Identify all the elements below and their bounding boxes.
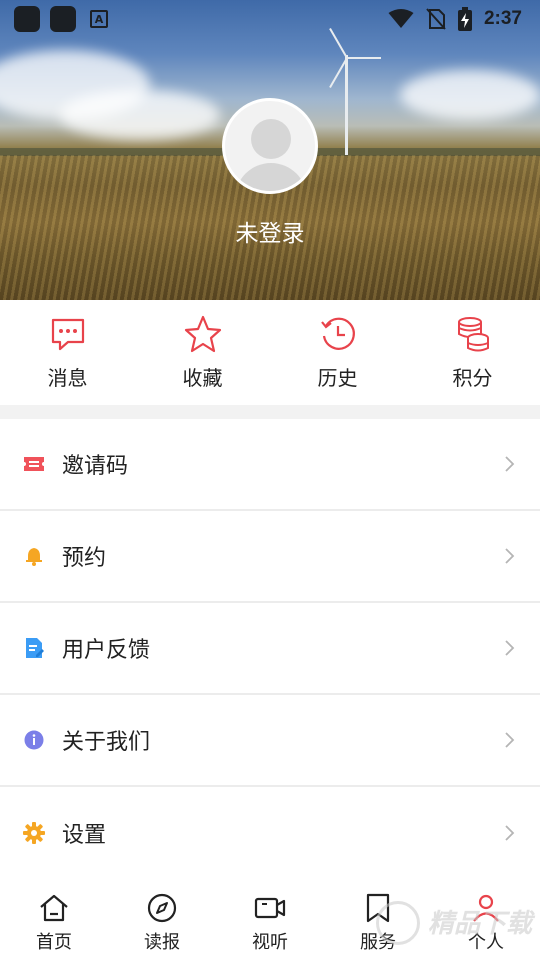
cloud [400, 70, 540, 120]
menu-item-settings[interactable]: 设置 [0, 787, 540, 879]
home-icon [40, 894, 68, 922]
status-bar: A 2:37 [0, 0, 540, 38]
battery-charging-icon [457, 7, 472, 31]
menu-item-invite-code[interactable]: 邀请码 [0, 419, 540, 511]
person-icon [473, 894, 499, 922]
menu-item-reservation[interactable]: 预约 [0, 511, 540, 603]
chevron-right-icon [505, 825, 515, 841]
quick-actions: 消息 收藏 历史 积分 [0, 300, 540, 405]
menu-item-feedback[interactable]: 用户反馈 [0, 603, 540, 695]
quick-action-points[interactable]: 积分 [405, 300, 540, 405]
nav-tab-video[interactable]: 视听 [216, 880, 324, 960]
cloud [60, 90, 220, 140]
star-icon [184, 315, 221, 353]
wind-turbine [345, 55, 348, 155]
quick-action-favorites[interactable]: 收藏 [135, 300, 270, 405]
quick-action-label: 历史 [317, 366, 358, 390]
menu-item-label: 设置 [62, 823, 107, 848]
bookmark-icon [366, 893, 390, 923]
menu-item-label: 邀请码 [62, 454, 129, 479]
menu-item-label: 预约 [62, 546, 107, 571]
ticket-icon [22, 452, 46, 476]
app-icon [50, 6, 76, 32]
nav-tab-read-paper[interactable]: 读报 [108, 880, 216, 960]
nav-tab-label: 服务 [360, 932, 396, 953]
info-icon [22, 728, 46, 752]
quick-action-history[interactable]: 历史 [270, 300, 405, 405]
status-time: 2:37 [483, 8, 522, 29]
nav-tab-label: 读报 [144, 932, 180, 953]
avatar-body [235, 163, 307, 191]
nav-tab-home[interactable]: 首页 [0, 880, 108, 960]
history-icon [320, 317, 355, 350]
chevron-right-icon [505, 456, 515, 472]
login-status[interactable]: 未登录 [0, 214, 540, 248]
message-icon [51, 318, 84, 351]
app-icon [14, 6, 40, 32]
quick-action-label: 收藏 [182, 366, 223, 390]
menu-item-label: 关于我们 [62, 730, 151, 755]
no-sim-icon [426, 8, 446, 30]
quick-action-label: 消息 [47, 366, 88, 390]
video-icon [254, 897, 286, 919]
chevron-right-icon [505, 548, 515, 564]
nav-tab-label: 视听 [252, 932, 288, 953]
nav-tab-label: 首页 [36, 932, 72, 953]
coins-icon [457, 317, 489, 352]
nav-tab-personal[interactable]: 个人 [432, 880, 540, 960]
bell-icon [22, 544, 46, 568]
avatar-head [251, 119, 291, 159]
section-divider [0, 405, 540, 419]
wifi-icon [388, 9, 414, 28]
feedback-icon [22, 636, 46, 660]
menu-item-label: 用户反馈 [62, 638, 151, 663]
compass-icon [147, 893, 177, 923]
nav-tab-label: 个人 [468, 932, 504, 953]
turbine-blade [347, 57, 381, 59]
chevron-right-icon [505, 732, 515, 748]
a-icon: A [90, 10, 108, 28]
gear-icon [22, 821, 46, 845]
menu-item-about-us[interactable]: 关于我们 [0, 695, 540, 787]
quick-action-messages[interactable]: 消息 [0, 300, 135, 405]
settings-menu: 邀请码 预约 用户反馈 关于我们 设置 [0, 419, 540, 879]
bottom-nav: 首页 读报 视听 服务 个人 [0, 880, 540, 960]
chevron-right-icon [505, 640, 515, 656]
quick-action-label: 积分 [452, 366, 493, 390]
nav-tab-services[interactable]: 服务 [324, 880, 432, 960]
avatar[interactable] [222, 98, 318, 194]
